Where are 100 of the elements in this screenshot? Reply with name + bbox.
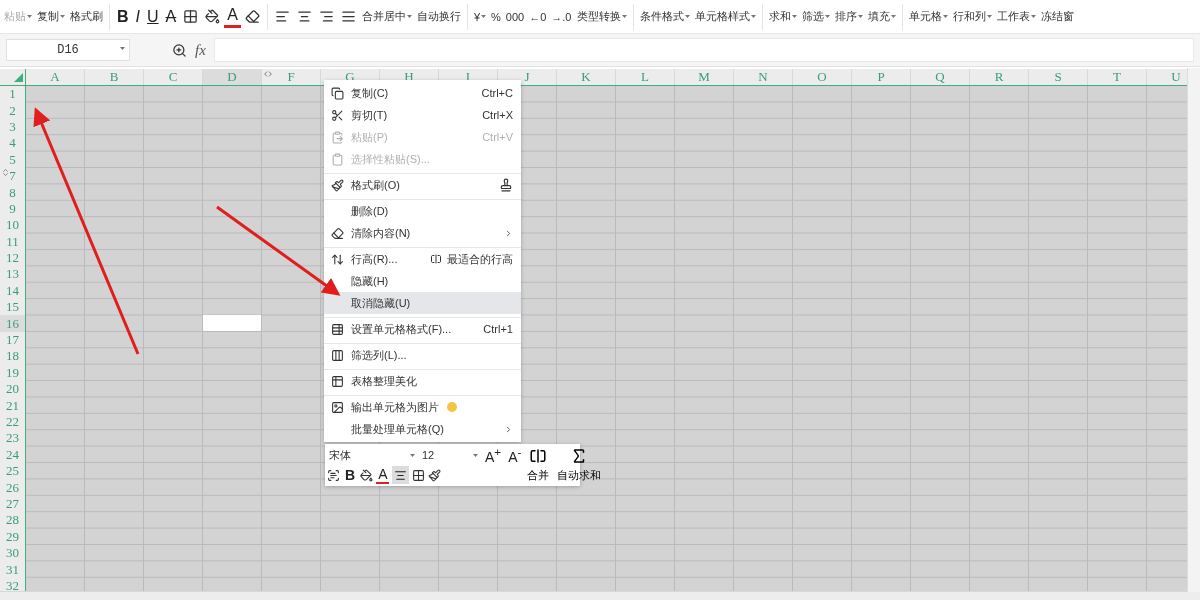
row-header[interactable]: 32 — [0, 577, 25, 591]
row-header[interactable]: 20 — [0, 381, 25, 398]
menu-item[interactable]: 批量处理单元格(Q) — [324, 418, 521, 440]
row-header[interactable]: 19 — [0, 364, 25, 382]
row-header[interactable]: 15 — [0, 299, 25, 316]
menu-item[interactable]: 输出单元格为图片 — [324, 395, 521, 418]
row-header[interactable]: 1 — [0, 86, 25, 103]
row-header[interactable]: 5 — [0, 151, 25, 168]
row-header[interactable]: 4 — [0, 135, 25, 152]
toolbar-button[interactable]: 合并居中 — [359, 3, 414, 30]
row-header[interactable]: 2 — [0, 102, 25, 119]
toolbar-button[interactable]: 单元格样式 — [692, 3, 758, 30]
toolbar-button[interactable]: 格式刷 — [68, 3, 105, 30]
toolbar-button[interactable]: 冻结窗 — [1038, 3, 1076, 30]
eraser-icon[interactable] — [244, 9, 260, 24]
column-header[interactable]: K — [557, 69, 616, 85]
menu-item[interactable]: 格式刷(O) — [324, 173, 521, 196]
underline-button[interactable]: U — [144, 3, 162, 30]
shrink-font-button[interactable]: A$^{-}$ — [506, 446, 524, 464]
column-header[interactable]: D — [203, 69, 262, 85]
bold-button[interactable]: B — [114, 3, 132, 30]
column-header[interactable]: T — [1088, 69, 1147, 85]
row-header[interactable]: 28 — [0, 512, 25, 529]
autosum-button[interactable]: 自动求和 — [553, 446, 606, 484]
row-header[interactable]: 10 — [0, 217, 25, 234]
menu-item[interactable]: 表格整理美化 — [324, 369, 521, 392]
row-header[interactable]: 7 — [0, 167, 25, 185]
align-right-icon[interactable] — [318, 9, 334, 24]
justify-icon[interactable] — [340, 9, 356, 24]
toolbar-button[interactable]: 复制 — [35, 3, 67, 30]
toolbar-button[interactable]: 自动换行 — [414, 3, 463, 30]
font-field[interactable]: 宋体 — [327, 446, 417, 464]
border-icon[interactable] — [183, 9, 199, 24]
merge-button[interactable]: 合并 — [523, 446, 554, 484]
row-header[interactable]: 22 — [0, 413, 25, 431]
zoom-icon[interactable] — [172, 42, 187, 58]
toolbar-button[interactable]: 排序 — [832, 3, 865, 30]
menu-item[interactable]: 取消隐藏(U) — [324, 292, 521, 314]
fill-color-icon[interactable] — [360, 468, 374, 482]
menu-item[interactable]: 剪切(T) Ctrl+X — [324, 104, 521, 126]
italic-button[interactable]: I — [132, 3, 143, 30]
row-header[interactable]: 18 — [0, 348, 25, 365]
toolbar-button[interactable]: 条件格式 — [637, 3, 692, 30]
column-header[interactable]: A — [26, 69, 85, 85]
toolbar-button[interactable]: 筛选 — [799, 3, 832, 30]
row-header[interactable]: 30 — [0, 544, 25, 562]
toolbar-button[interactable]: 行和列 — [950, 3, 994, 30]
menu-item[interactable]: 行高(R)... 最适合的行高 — [324, 247, 521, 270]
menu-item[interactable]: 复制(C) Ctrl+C — [324, 82, 521, 104]
hidden-row-icon[interactable] — [1, 167, 10, 177]
menu-item[interactable]: 设置单元格格式(F)... Ctrl+1 — [324, 317, 521, 340]
selected-cell[interactable] — [203, 315, 262, 332]
row-header[interactable]: 27 — [0, 495, 25, 513]
toolbar-button[interactable]: 000 — [503, 3, 527, 30]
row-header[interactable]: 26 — [0, 479, 25, 496]
column-header[interactable]: M — [675, 69, 734, 85]
font-color-button[interactable]: A — [376, 466, 390, 484]
row-header[interactable]: 16 — [0, 315, 25, 332]
row-header[interactable]: 9 — [0, 200, 25, 218]
column-header[interactable]: B — [85, 69, 144, 85]
row-header[interactable]: 12 — [0, 249, 25, 267]
grow-font-button[interactable]: A$^{+}$ — [483, 446, 504, 464]
font-color-button[interactable]: A — [224, 5, 241, 28]
row-header[interactable]: 11 — [0, 233, 25, 250]
row-header[interactable]: 24 — [0, 446, 25, 463]
row-header[interactable]: 23 — [0, 430, 25, 447]
name-box[interactable]: D16 — [6, 39, 130, 61]
align-center-icon[interactable] — [296, 9, 312, 24]
row-header[interactable]: 29 — [0, 528, 25, 545]
row-header[interactable]: 31 — [0, 561, 25, 578]
toolbar-button[interactable]: 填充 — [865, 3, 898, 30]
row-header[interactable]: 13 — [0, 266, 25, 283]
row-header[interactable]: 21 — [0, 397, 25, 414]
toolbar-button[interactable]: % — [489, 3, 503, 30]
row-header[interactable]: 17 — [0, 331, 25, 349]
scrollbar[interactable] — [1187, 68, 1200, 592]
border-icon[interactable] — [412, 468, 426, 482]
toolbar-button[interactable]: 工作表 — [994, 3, 1038, 30]
column-header[interactable]: L — [616, 69, 675, 85]
fx-label[interactable]: fx — [195, 41, 206, 59]
menu-item[interactable]: 隐藏(H) — [324, 270, 521, 292]
toolbar-button[interactable]: 单元格 — [906, 3, 950, 30]
align-left-icon[interactable] — [274, 9, 290, 24]
column-header[interactable]: N — [734, 69, 793, 85]
column-header[interactable]: R — [970, 69, 1029, 85]
toolbar-button[interactable]: ¥ — [471, 3, 489, 30]
bold-button[interactable]: B — [343, 466, 358, 484]
strikethrough-button[interactable]: A — [162, 3, 180, 30]
column-header[interactable]: P — [852, 69, 911, 85]
row-header[interactable]: 25 — [0, 463, 25, 480]
column-header[interactable]: O — [793, 69, 852, 85]
menu-item[interactable]: 清除内容(N) — [324, 222, 521, 244]
row-header[interactable]: 14 — [0, 282, 25, 300]
toolbar-button[interactable]: 类型转换 — [574, 3, 629, 30]
menu-item[interactable]: 删除(D) — [324, 199, 521, 222]
align-button[interactable] — [392, 466, 410, 484]
column-header[interactable]: S — [1029, 69, 1088, 85]
paintbrush-icon[interactable] — [428, 468, 442, 482]
row-header[interactable]: 3 — [0, 118, 25, 136]
row-header[interactable]: 8 — [0, 184, 25, 201]
